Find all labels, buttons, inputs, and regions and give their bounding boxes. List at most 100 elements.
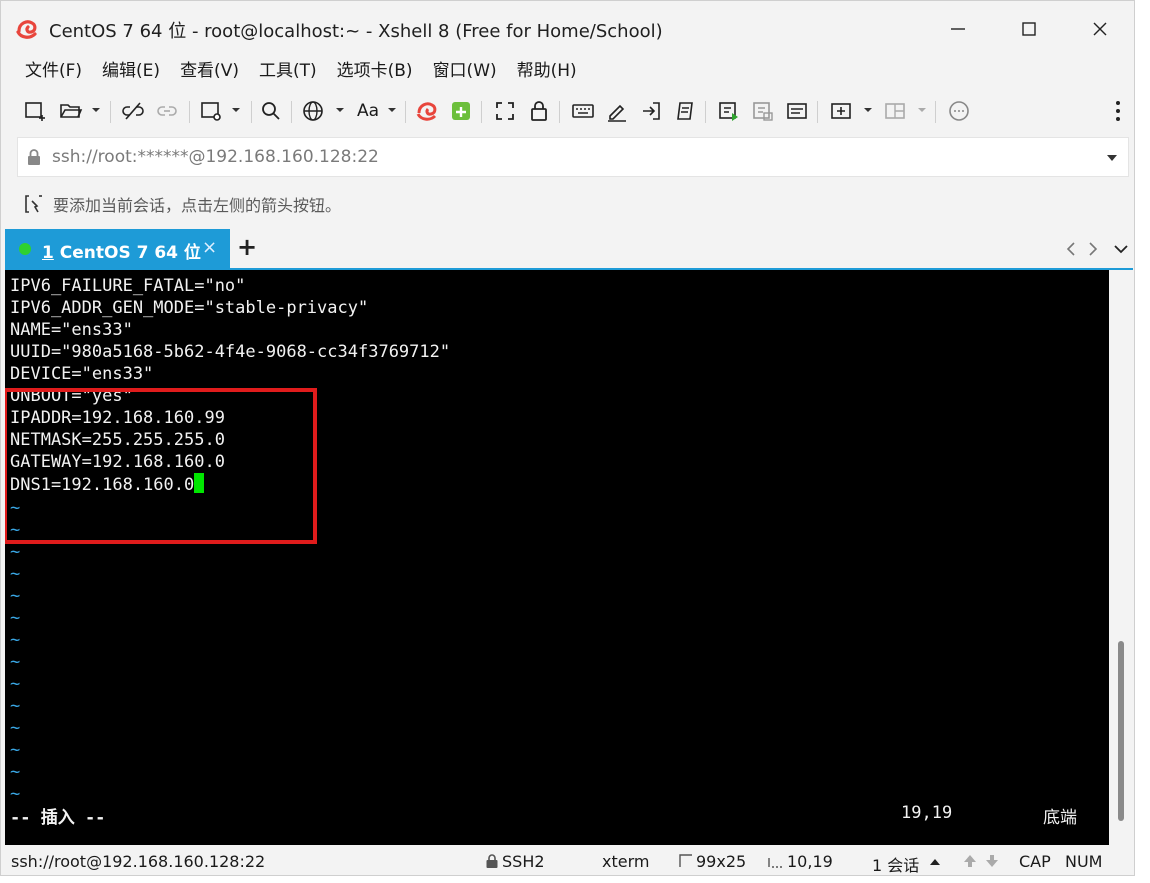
new-window-button[interactable] xyxy=(197,97,225,125)
xftp-button[interactable] xyxy=(447,97,475,125)
terminal-tilde-line: ~ xyxy=(10,718,21,738)
chevron-down-icon[interactable] xyxy=(863,105,873,115)
close-window-button[interactable] xyxy=(1075,11,1125,47)
menu-file[interactable]: 文件(F) xyxy=(15,59,92,85)
lock-button[interactable] xyxy=(525,97,553,125)
status-protocol: SSH2 xyxy=(502,852,545,871)
close-icon xyxy=(1093,22,1107,36)
chevron-down-icon[interactable] xyxy=(1106,153,1118,163)
toolbar-divider xyxy=(110,101,111,123)
status-cursor-position: 10,19 xyxy=(787,852,833,871)
find-button[interactable] xyxy=(257,97,285,125)
terminal-tilde-line: ~ xyxy=(10,652,21,672)
status-terminal-size: 99x25 xyxy=(696,852,747,871)
font-button[interactable]: Aa xyxy=(353,97,383,125)
caret-up-icon[interactable] xyxy=(929,858,941,866)
reconnect-button[interactable] xyxy=(153,97,181,125)
menu-view[interactable]: 查看(V) xyxy=(170,59,249,85)
layout-button[interactable] xyxy=(881,97,909,125)
menu-window[interactable]: 窗口(W) xyxy=(423,59,507,85)
compose-all-button[interactable] xyxy=(749,97,777,125)
menu-edit[interactable]: 编辑(E) xyxy=(92,59,170,85)
new-session-button[interactable] xyxy=(21,97,49,125)
toolbar-more-button[interactable] xyxy=(1111,97,1125,125)
toolbar-divider xyxy=(189,101,190,123)
chevron-down-icon[interactable] xyxy=(231,105,241,115)
terminal-line: DEVICE="ens33" xyxy=(10,364,154,384)
chevron-down-icon[interactable] xyxy=(91,105,101,115)
lock-icon xyxy=(486,854,498,868)
status-sessions[interactable]: 1 会话 xyxy=(872,852,919,876)
chat-button[interactable] xyxy=(945,97,973,125)
toolbar-divider xyxy=(481,101,482,123)
toolbar-divider xyxy=(291,101,292,123)
terminal-tilde-line: ~ xyxy=(10,696,21,716)
scrollbar-thumb[interactable] xyxy=(1118,641,1124,821)
menu-tabs[interactable]: 选项卡(B) xyxy=(327,59,423,85)
new-session-icon xyxy=(25,102,45,121)
arrow-down-icon[interactable] xyxy=(984,853,1000,869)
terminal-tilde-line: ~ xyxy=(10,784,21,804)
hint-text: 要添加当前会话，点击左侧的箭头按钮。 xyxy=(53,196,342,215)
script-button[interactable] xyxy=(671,97,699,125)
toolbar-divider xyxy=(251,101,252,123)
terminal-line: NAME="ens33" xyxy=(10,320,133,340)
compose-bar-button[interactable] xyxy=(783,97,811,125)
chevron-down-icon[interactable] xyxy=(387,105,397,115)
add-session-arrow-icon[interactable] xyxy=(23,193,45,215)
chevron-left-icon[interactable] xyxy=(1065,241,1077,257)
new-tab-group-button[interactable] xyxy=(827,97,855,125)
more-vertical-icon xyxy=(1116,101,1120,121)
terminal-tilde-line: ~ xyxy=(10,674,21,694)
chevron-down-icon[interactable] xyxy=(335,105,345,115)
compose-button[interactable] xyxy=(715,97,743,125)
encoding-button[interactable] xyxy=(299,97,327,125)
add-tab-button[interactable]: + xyxy=(237,233,257,261)
chevron-down-icon[interactable] xyxy=(1113,243,1129,255)
chevron-right-icon[interactable] xyxy=(1087,241,1099,257)
disconnect-link-icon xyxy=(122,102,144,120)
open-session-button[interactable] xyxy=(57,97,85,125)
highlight-button[interactable] xyxy=(603,97,631,125)
toolbar-divider xyxy=(405,101,406,123)
notepad-icon xyxy=(787,103,807,119)
xshell-button[interactable] xyxy=(413,97,441,125)
compose-send-icon xyxy=(719,102,738,121)
disconnect-button[interactable] xyxy=(119,97,147,125)
maximize-icon xyxy=(1022,22,1036,36)
title-bar: CentOS 7 64 位 - root@localhost:~ - Xshel… xyxy=(1,1,1134,57)
terminal-line: IPV6_FAILURE_FATAL="no" xyxy=(10,276,246,296)
terminal-pane[interactable]: IPV6_FAILURE_FATAL="no" IPV6_ADDR_GEN_MO… xyxy=(5,270,1109,845)
arrow-up-icon[interactable] xyxy=(962,853,978,869)
status-num-lock: NUM xyxy=(1065,852,1103,871)
terminal-tilde-line: ~ xyxy=(10,542,21,562)
status-terminal-type: xterm xyxy=(602,852,650,871)
menu-tools[interactable]: 工具(T) xyxy=(249,59,327,85)
minimize-button[interactable] xyxy=(933,11,983,47)
keyboard-button[interactable] xyxy=(569,97,597,125)
maximize-button[interactable] xyxy=(1004,11,1054,47)
xftp-icon xyxy=(452,102,470,120)
terminal-tilde-line: ~ xyxy=(10,586,21,606)
lock-icon xyxy=(531,101,547,121)
menu-help[interactable]: 帮助(H) xyxy=(507,59,587,85)
search-icon xyxy=(262,102,280,120)
tab-close-icon[interactable]: × xyxy=(202,237,217,258)
transfer-button[interactable] xyxy=(637,97,665,125)
terminal-tilde-line: ~ xyxy=(10,762,21,782)
address-input[interactable]: ssh://root:******@192.168.160.128:22 xyxy=(52,147,379,167)
chevron-down-icon[interactable] xyxy=(917,105,927,115)
fullscreen-button[interactable] xyxy=(491,97,519,125)
login-arrow-icon xyxy=(643,102,660,120)
address-bar[interactable]: ssh://root:******@192.168.160.128:22 xyxy=(17,137,1129,177)
tab-label: 1 CentOS 7 64 位 xyxy=(42,243,201,263)
keyboard-icon xyxy=(572,104,594,118)
tab-bar: 1 CentOS 7 64 位 × + xyxy=(1,227,1134,269)
toolbar-divider xyxy=(559,101,560,123)
terminal-tilde-line: ~ xyxy=(10,630,21,650)
tab-centos-session[interactable]: 1 CentOS 7 64 位 × xyxy=(5,229,230,269)
annotation-highlight-box xyxy=(5,388,317,544)
xshell-logo-icon xyxy=(416,102,437,121)
connected-status-icon xyxy=(19,243,31,255)
lock-icon xyxy=(28,149,40,165)
